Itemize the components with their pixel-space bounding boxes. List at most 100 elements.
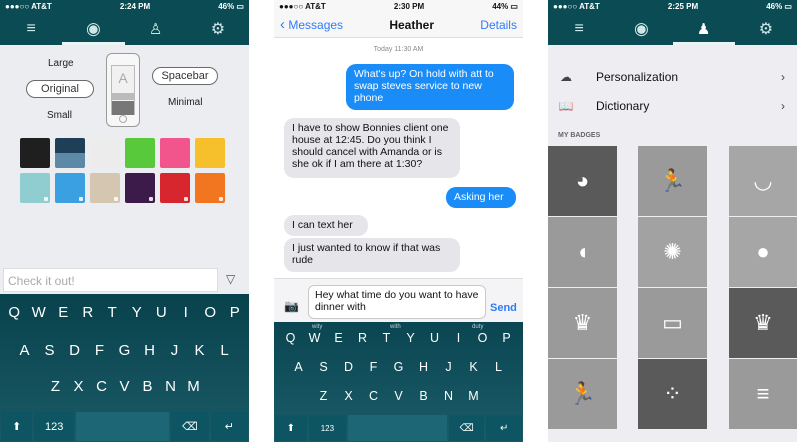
camera-icon[interactable]: 📷 [284,299,299,313]
menu-item-dictionary[interactable]: 📖 Dictionary › [548,92,797,120]
menu-item-personalization[interactable]: ☁ Personalization › [548,63,797,91]
message-input[interactable]: Hey what time do you want to have dinner… [308,285,486,319]
numbers-key[interactable]: 123 [34,412,74,441]
key-q[interactable]: Q [2,304,27,321]
space-key[interactable] [75,412,170,441]
key-v[interactable]: V [113,378,136,395]
key-x[interactable]: X [67,378,90,395]
key-p[interactable]: P [495,331,519,345]
key-w[interactable]: W [303,331,327,345]
badge-tile[interactable]: ♛ [729,288,797,358]
key-h[interactable]: H [411,360,436,374]
tab-themes[interactable]: ◉ [62,12,125,45]
tab-profile[interactable]: ♟ [672,12,736,45]
message-bubble-sent[interactable]: Asking her [446,187,516,208]
badge-tile[interactable]: ◡ [729,146,797,216]
shift-key[interactable]: ⬆ [1,412,33,441]
key-u[interactable]: U [423,331,447,345]
key-k[interactable]: K [461,360,486,374]
key-t[interactable]: T [375,331,399,345]
key-r[interactable]: R [76,304,101,321]
key-f[interactable]: F [87,342,112,359]
key-e[interactable]: E [327,331,351,345]
tab-menu[interactable]: ≡ [0,12,62,45]
color-swatch[interactable] [195,138,225,168]
color-swatch[interactable] [55,138,85,168]
suggestion[interactable]: wity [312,324,322,330]
key-d[interactable]: D [62,342,87,359]
return-key[interactable]: ↵ [210,412,248,441]
key-s[interactable]: S [311,360,336,374]
key-l[interactable]: L [212,342,237,359]
color-swatch[interactable] [195,173,225,203]
key-n[interactable]: N [436,389,461,403]
message-bubble-received[interactable]: I have to show Bonnies client one house … [284,118,460,178]
spacebar-button[interactable]: Spacebar [152,67,218,85]
key-j[interactable]: J [436,360,461,374]
color-swatch[interactable] [90,173,120,203]
key-h[interactable]: H [137,342,162,359]
collapse-icon[interactable]: ▽ [226,272,235,286]
key-b[interactable]: B [136,378,159,395]
key-l[interactable]: L [486,360,511,374]
key-a[interactable]: A [286,360,311,374]
badge-tile[interactable]: ▭ [638,288,707,358]
message-bubble-received[interactable]: I just wanted to know if that was rude [284,238,460,272]
color-swatch[interactable] [90,138,120,168]
badge-tile[interactable]: ✺ [638,217,707,287]
size-original-button[interactable]: Original [26,80,94,98]
key-y[interactable]: Y [125,304,150,321]
key-o[interactable]: O [471,331,495,345]
color-swatch[interactable] [160,173,190,203]
key-a[interactable]: A [12,342,37,359]
key-i[interactable]: I [174,304,199,321]
test-input[interactable]: Check it out! [3,268,218,292]
key-p[interactable]: P [223,304,248,321]
delete-key[interactable]: ⌫ [171,412,209,441]
key-g[interactable]: G [386,360,411,374]
badge-tile[interactable]: 🏃 [638,146,707,216]
details-button[interactable]: Details [480,18,517,32]
back-button[interactable]: ‹ Messages [280,16,343,33]
shift-key[interactable]: ⬆ [275,415,307,441]
tab-profile[interactable]: ♙ [125,12,187,45]
badge-tile[interactable]: ● [729,217,797,287]
badge-tile[interactable]: ♛ [548,288,617,358]
tab-settings[interactable]: ⚙ [735,12,797,45]
key-z[interactable]: Z [311,389,336,403]
badge-tile[interactable]: ◕ [548,146,617,216]
key-y[interactable]: Y [399,331,423,345]
key-u[interactable]: U [149,304,174,321]
color-swatch[interactable] [55,173,85,203]
badge-tile[interactable]: ◖ [548,217,617,287]
badge-tile[interactable]: ⁘ [638,359,707,429]
minimal-option[interactable]: Minimal [168,97,202,108]
badge-tile[interactable]: 🏃 [548,359,617,429]
key-n[interactable]: N [159,378,182,395]
key-z[interactable]: Z [44,378,67,395]
key-g[interactable]: G [112,342,137,359]
delete-key[interactable]: ⌫ [448,415,485,441]
color-swatch[interactable] [20,173,50,203]
key-j[interactable]: J [162,342,187,359]
tab-settings[interactable]: ⚙ [187,12,249,45]
send-button[interactable]: Send [490,302,517,314]
tab-themes[interactable]: ◉ [610,12,672,45]
suggestion[interactable]: duty [472,324,483,330]
key-t[interactable]: T [100,304,125,321]
message-bubble-received[interactable]: I can text her [284,215,368,236]
key-c[interactable]: C [90,378,113,395]
key-b[interactable]: B [411,389,436,403]
key-c[interactable]: C [361,389,386,403]
suggestion[interactable]: with [390,324,401,330]
key-m[interactable]: M [461,389,486,403]
key-m[interactable]: M [182,378,205,395]
size-large-label[interactable]: Large [48,58,74,69]
key-s[interactable]: S [37,342,62,359]
key-f[interactable]: F [361,360,386,374]
message-bubble-sent[interactable]: What's up? On hold with att to swap stev… [346,64,514,110]
badge-tile[interactable]: ≡ [729,359,797,429]
key-k[interactable]: K [187,342,212,359]
key-r[interactable]: R [351,331,375,345]
color-swatch[interactable] [125,173,155,203]
